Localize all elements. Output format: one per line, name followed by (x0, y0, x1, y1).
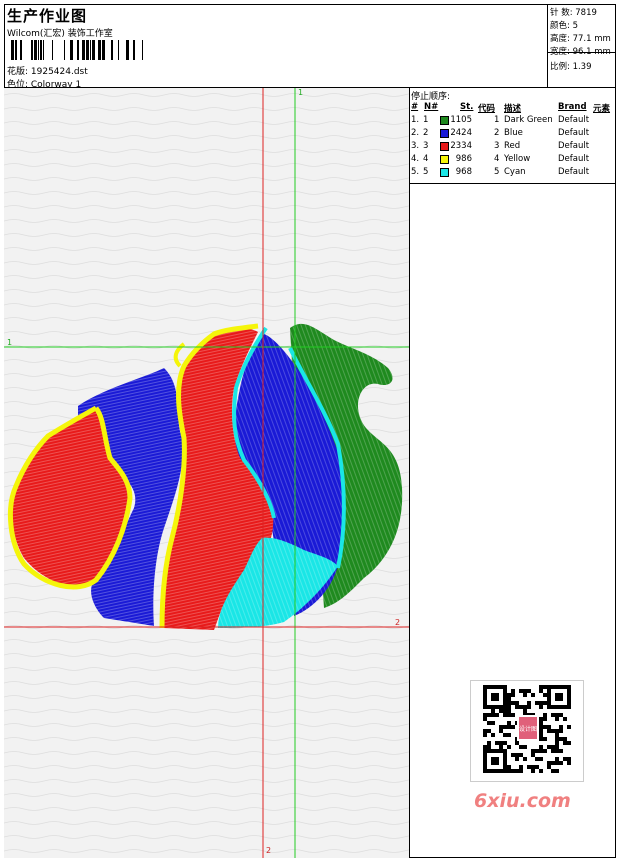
row-description: Red (504, 141, 521, 151)
col-header-desc: 描述 (504, 104, 522, 114)
row-brand: Default (558, 115, 590, 125)
row-code: 3 (494, 141, 500, 151)
stats-divider (548, 52, 616, 53)
row-num: 5. (411, 167, 420, 177)
header-info: 生产作业图 Wilcom(汇宏) 装饰工作室 花版: 1925424.dst 色… (4, 4, 548, 90)
stat-stitches: 针 数: 7819 (550, 8, 597, 18)
color-swatch (440, 142, 449, 151)
color-swatch (440, 155, 449, 164)
axis-label-v2: 2 (266, 846, 272, 855)
stat-scale: 比例: 1.39 (550, 62, 592, 72)
axis-label-h1: 1 (7, 338, 13, 347)
stats-panel: 针 数: 7819 颜色: 5 高度: 77.1 mm 宽度: 96.1 mm … (548, 4, 616, 88)
color-swatch (440, 129, 449, 138)
qr-code: 设计图 (470, 680, 584, 782)
row-description: Blue (504, 128, 523, 138)
row-n: 1 (423, 115, 429, 125)
stop-sequence-table: 停止顺序: # N# St. 代码 描述 Brand 元素 1. 1 1105 1 Da… (410, 88, 616, 184)
col-header-code: 代码 (478, 104, 496, 114)
table-row: 2. 2 2424 2 Blue Default (410, 128, 616, 141)
row-brand: Default (558, 154, 590, 164)
row-num: 1. (411, 115, 420, 125)
table-title: 停止顺序: (411, 92, 451, 102)
row-stitches: 1105 (450, 115, 472, 125)
qr-code-image: 设计图 (483, 685, 571, 773)
row-description: Cyan (504, 167, 526, 177)
embroidery-preview (4, 88, 409, 858)
col-header-st: St. (460, 102, 474, 112)
stat-colors: 颜色: 5 (550, 21, 578, 31)
row-brand: Default (558, 167, 590, 177)
stat-width: 宽度: 96.1 mm (550, 47, 611, 57)
axis-label-v1: 1 (298, 88, 304, 97)
row-code: 2 (494, 128, 500, 138)
row-num: 2. (411, 128, 420, 138)
table-row: 3. 3 2334 3 Red Default (410, 141, 616, 154)
table-row: 4. 4 986 4 Yellow Default (410, 154, 616, 167)
row-num: 3. (411, 141, 420, 151)
row-n: 2 (423, 128, 429, 138)
row-brand: Default (558, 141, 590, 151)
table-row: 5. 5 968 5 Cyan Default (410, 167, 616, 180)
col-header-num: # (411, 102, 419, 112)
stat-height: 高度: 77.1 mm (550, 34, 611, 44)
color-swatch (440, 168, 449, 177)
row-code: 4 (494, 154, 500, 164)
col-header-brand: Brand (558, 102, 587, 112)
row-n: 3 (423, 141, 429, 151)
company-name: Wilcom(汇宏) 装饰工作室 (7, 29, 113, 39)
col-header-elem: 元素 (593, 104, 611, 114)
qr-badge-text: 设计图 (519, 725, 537, 733)
axis-label-h2: 2 (395, 618, 401, 627)
row-stitches: 2334 (450, 141, 472, 151)
row-code: 1 (494, 115, 500, 125)
row-n: 4 (423, 154, 429, 164)
table-row: 1. 1 1105 1 Dark Green Default (410, 115, 616, 128)
pattern-file: 花版: 1925424.dst (7, 67, 88, 77)
row-stitches: 2424 (450, 128, 472, 138)
design-canvas: 1 1 2 2 (4, 88, 410, 858)
row-description: Dark Green (504, 115, 553, 125)
color-swatch (440, 116, 449, 125)
row-brand: Default (558, 128, 590, 138)
row-stitches: 968 (455, 167, 472, 177)
page-title: 生产作业图 (7, 7, 88, 25)
barcode-image (11, 40, 143, 60)
row-num: 4. (411, 154, 420, 164)
col-header-n: N# (424, 102, 439, 112)
watermark: 6xiu.com (474, 790, 571, 812)
row-code: 5 (494, 167, 500, 177)
row-stitches: 986 (455, 154, 472, 164)
row-description: Yellow (504, 154, 531, 164)
row-n: 5 (423, 167, 429, 177)
